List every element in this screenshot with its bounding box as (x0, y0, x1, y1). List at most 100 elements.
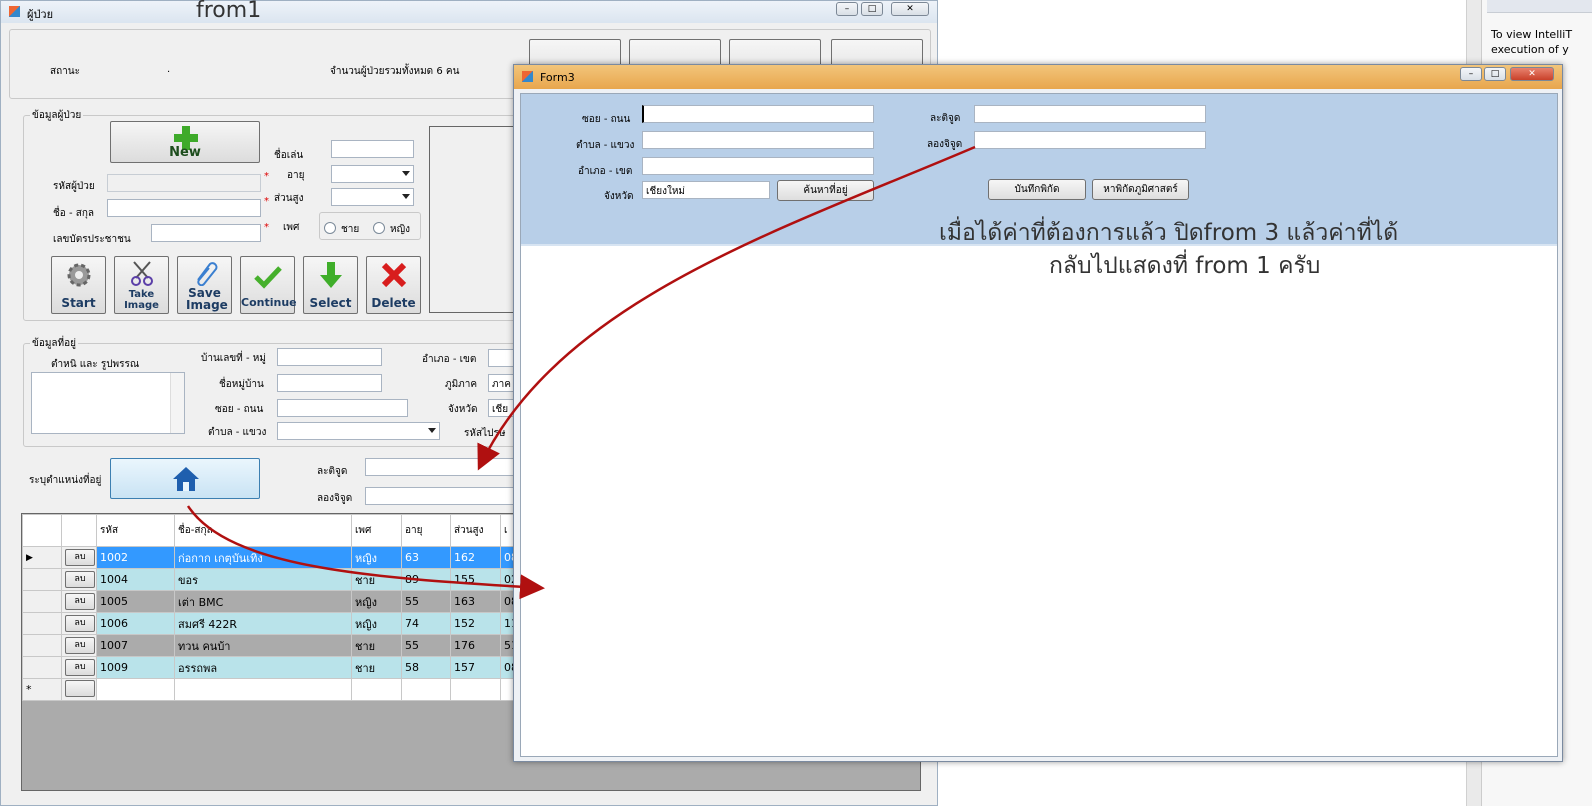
delete-cell[interactable]: ลบ (61, 612, 97, 635)
gender-cell[interactable]: หญิง (351, 612, 402, 635)
gender-cell[interactable]: ชาย (351, 634, 402, 657)
grid-header-id[interactable]: รหัส (96, 514, 175, 547)
empty-cell[interactable] (450, 678, 501, 701)
name-cell[interactable]: ก่อกาก เกตุบันเทิง (174, 546, 352, 569)
maximize-button[interactable]: □ (1484, 67, 1506, 81)
height-cell[interactable]: 162 (450, 546, 501, 569)
table-row[interactable]: ลบ 1006 สมศรี 422R หญิง 74 152 11 (22, 612, 521, 635)
row-header-cell[interactable]: ▶ (22, 546, 62, 569)
form3-longitude-field[interactable] (974, 131, 1206, 149)
row-delete-button[interactable]: ลบ (65, 615, 95, 632)
age-cell[interactable]: 55 (401, 590, 451, 613)
save-image-button[interactable]: Save Image (177, 256, 232, 314)
empty-cell[interactable] (351, 678, 402, 701)
name-cell[interactable]: เต่า BMC (174, 590, 352, 613)
new-row-marker[interactable]: * (22, 678, 62, 701)
road-field[interactable] (277, 399, 408, 417)
description-textarea[interactable] (31, 372, 185, 434)
age-cell[interactable]: 58 (401, 656, 451, 679)
name-cell[interactable]: ทวน คนบ้า (174, 634, 352, 657)
name-cell[interactable]: อรรถพล (174, 656, 352, 679)
grid-header-delete[interactable] (61, 514, 97, 547)
table-row[interactable]: ▶ ลบ 1002 ก่อกาก เกตุบันเทิง หญิง 63 162 08 (22, 546, 521, 569)
grid-header-age[interactable]: อายุ (401, 514, 451, 547)
patients-grid[interactable]: รหัส ชื่อ-สกุล เพศ อายุ ส่วนสูง เ ▶ ลบ 100… (22, 514, 521, 701)
row-delete-button[interactable]: ลบ (65, 571, 95, 588)
height-cell[interactable]: 155 (450, 568, 501, 591)
new-table-row[interactable]: * (22, 678, 521, 701)
nickname-field[interactable] (331, 140, 414, 158)
empty-cell[interactable] (174, 678, 352, 701)
table-row[interactable]: ลบ 1007 ทวน คนบ้า ชาย 55 176 51 (22, 634, 521, 657)
delete-cell[interactable]: ลบ (61, 590, 97, 613)
locate-button[interactable] (110, 458, 260, 499)
close-button[interactable]: ✕ (1510, 67, 1554, 81)
district-field[interactable] (488, 349, 516, 367)
save-coordinates-button[interactable]: บันทึกพิกัด (988, 179, 1086, 200)
delete-cell[interactable] (61, 678, 97, 701)
id-cell[interactable]: 1004 (96, 568, 175, 591)
name-field[interactable] (107, 199, 261, 217)
table-row[interactable]: ลบ 1009 อรรถพล ชาย 58 157 08 (22, 656, 521, 679)
male-radio[interactable] (324, 222, 336, 234)
grid-header-name[interactable]: ชื่อ-สกุล (174, 514, 352, 547)
take-image-button[interactable]: Take Image (114, 256, 169, 314)
id-card-field[interactable] (151, 224, 261, 242)
id-cell[interactable]: 1007 (96, 634, 175, 657)
row-delete-button[interactable]: ลบ (65, 549, 95, 566)
delete-cell[interactable]: ลบ (61, 546, 97, 569)
form3-latitude-field[interactable] (974, 105, 1206, 123)
delete-cell[interactable]: ลบ (61, 568, 97, 591)
age-cell[interactable]: 89 (401, 568, 451, 591)
grid-header-gender[interactable]: เพศ (351, 514, 402, 547)
form3-province-field[interactable]: เชียงใหม่ (642, 181, 770, 199)
age-cell[interactable]: 74 (401, 612, 451, 635)
age-cell[interactable]: 55 (401, 634, 451, 657)
province-field[interactable]: เชีย (488, 399, 516, 417)
table-row[interactable]: ลบ 1004 ขอร ชาย 89 155 02 (22, 568, 521, 591)
name-cell[interactable]: ขอร (174, 568, 352, 591)
delete-cell[interactable]: ลบ (61, 656, 97, 679)
subdistrict-dropdown[interactable] (277, 422, 440, 440)
grid-header-height[interactable]: ส่วนสูง (450, 514, 501, 547)
delete-button[interactable]: Delete (366, 256, 421, 314)
row-header-cell[interactable] (22, 568, 62, 591)
house-no-field[interactable] (277, 348, 382, 366)
region-field[interactable]: ภาค (488, 374, 516, 392)
height-cell[interactable]: 152 (450, 612, 501, 635)
village-field[interactable] (277, 374, 382, 392)
row-delete-button[interactable] (65, 679, 95, 697)
row-header-cell[interactable] (22, 612, 62, 635)
gender-cell[interactable]: ชาย (351, 656, 402, 679)
empty-cell[interactable] (401, 678, 451, 701)
gender-cell[interactable]: หญิง (351, 546, 402, 569)
age-cell[interactable]: 63 (401, 546, 451, 569)
row-delete-button[interactable]: ลบ (65, 637, 95, 654)
age-dropdown[interactable] (331, 165, 414, 183)
table-row[interactable]: ลบ 1005 เต่า BMC หญิง 55 163 08 (22, 590, 521, 613)
row-header-cell[interactable] (22, 590, 62, 613)
patient-id-field[interactable] (107, 174, 261, 192)
maximize-button[interactable]: □ (861, 2, 883, 16)
row-delete-button[interactable]: ลบ (65, 593, 95, 610)
id-cell[interactable]: 1002 (96, 546, 175, 569)
name-cell[interactable]: สมศรี 422R (174, 612, 352, 635)
delete-cell[interactable]: ลบ (61, 634, 97, 657)
id-cell[interactable]: 1009 (96, 656, 175, 679)
gender-cell[interactable]: หญิง (351, 590, 402, 613)
height-cell[interactable]: 157 (450, 656, 501, 679)
close-button[interactable]: ✕ (891, 2, 929, 16)
height-cell[interactable]: 163 (450, 590, 501, 613)
form3-subdistrict-field[interactable] (642, 131, 874, 149)
id-cell[interactable]: 1006 (96, 612, 175, 635)
textarea-scrollbar[interactable] (170, 373, 184, 433)
female-radio[interactable] (373, 222, 385, 234)
form3-district-field[interactable] (642, 157, 874, 175)
row-header-cell[interactable] (22, 634, 62, 657)
gender-cell[interactable]: ชาย (351, 568, 402, 591)
continue-button[interactable]: Continue (240, 256, 297, 314)
height-cell[interactable]: 176 (450, 634, 501, 657)
row-header-cell[interactable] (22, 656, 62, 679)
row-delete-button[interactable]: ลบ (65, 659, 95, 676)
search-address-button[interactable]: ค้นหาที่อยู่ (777, 180, 874, 201)
